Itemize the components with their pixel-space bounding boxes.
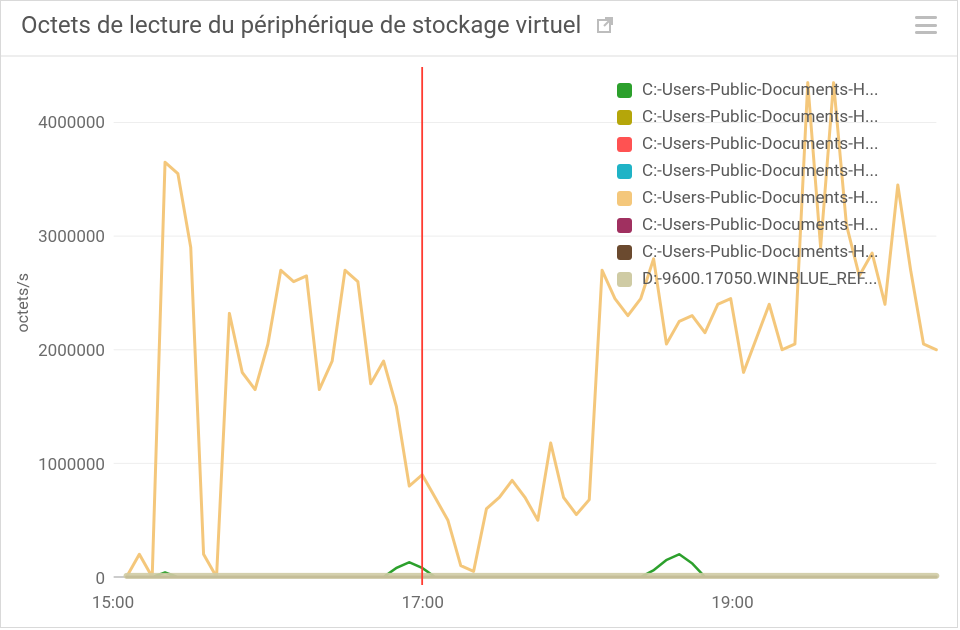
- legend-swatch: [617, 245, 632, 260]
- legend-label: C:-Users-Public-Documents-H...: [642, 185, 878, 212]
- legend-label: C:-Users-Public-Documents-H...: [642, 239, 878, 266]
- y-tick-label: 0: [15, 569, 105, 589]
- legend: C:-Users-Public-Documents-H...C:-Users-P…: [617, 77, 937, 293]
- legend-label: C:-Users-Public-Documents-H...: [642, 131, 878, 158]
- legend-label: C:-Users-Public-Documents-H...: [642, 104, 878, 131]
- y-tick-label: 3000000: [15, 227, 105, 247]
- popout-icon[interactable]: [595, 15, 615, 35]
- legend-swatch: [617, 83, 632, 98]
- legend-label: C:-Users-Public-Documents-H...: [642, 77, 878, 104]
- hamburger-menu-icon[interactable]: [915, 16, 937, 34]
- panel-title: Octets de lecture du périphérique de sto…: [21, 11, 581, 39]
- legend-item[interactable]: C:-Users-Public-Documents-H...: [617, 131, 937, 158]
- x-tick-label: 15:00: [92, 593, 134, 613]
- legend-label: C:-Users-Public-Documents-H...: [642, 212, 878, 239]
- panel-header: Octets de lecture du périphérique de sto…: [1, 1, 957, 57]
- legend-swatch: [617, 218, 632, 233]
- y-tick-label: 1000000: [15, 455, 105, 475]
- legend-item[interactable]: C:-Users-Public-Documents-H...: [617, 212, 937, 239]
- legend-swatch: [617, 272, 632, 287]
- chart-area: octets/s 0 1000000 2000000 3000000 4000000 1…: [1, 57, 957, 627]
- legend-swatch: [617, 164, 632, 179]
- chart-panel: Octets de lecture du périphérique de sto…: [0, 0, 958, 628]
- legend-label: D:-9600.17050.WINBLUE_REF...: [642, 266, 877, 293]
- legend-swatch: [617, 191, 632, 206]
- legend-item[interactable]: C:-Users-Public-Documents-H...: [617, 158, 937, 185]
- legend-swatch: [617, 137, 632, 152]
- y-tick-label: 2000000: [15, 341, 105, 361]
- legend-swatch: [617, 110, 632, 125]
- legend-item[interactable]: C:-Users-Public-Documents-H...: [617, 104, 937, 131]
- y-axis-label: octets/s: [13, 273, 32, 333]
- x-tick-label: 19:00: [711, 593, 753, 613]
- legend-label: C:-Users-Public-Documents-H...: [642, 158, 878, 185]
- y-tick-label: 4000000: [15, 113, 105, 133]
- legend-item[interactable]: C:-Users-Public-Documents-H...: [617, 185, 937, 212]
- legend-item[interactable]: D:-9600.17050.WINBLUE_REF...: [617, 266, 937, 293]
- legend-item[interactable]: C:-Users-Public-Documents-H...: [617, 239, 937, 266]
- legend-item[interactable]: C:-Users-Public-Documents-H...: [617, 77, 937, 104]
